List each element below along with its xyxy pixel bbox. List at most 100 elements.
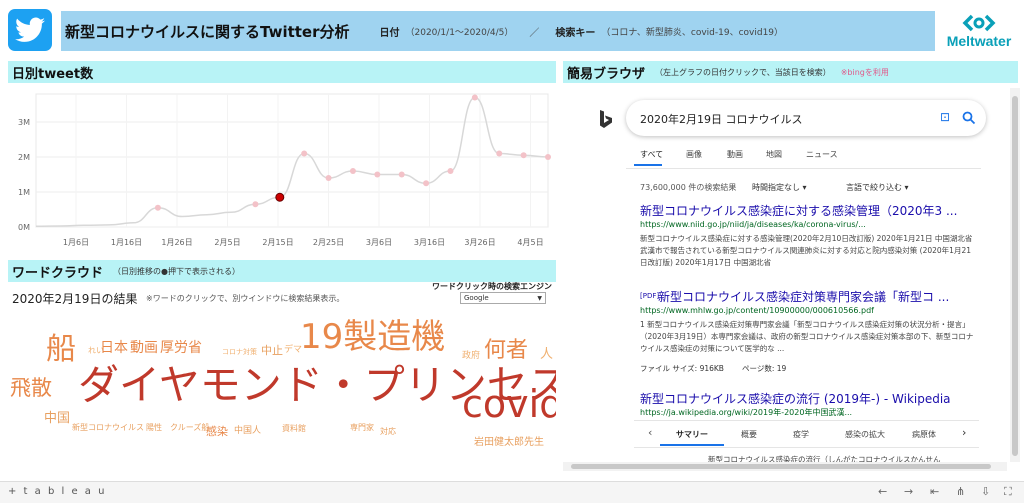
tab-news[interactable]: ニュース [806,149,838,160]
time-filter[interactable]: 時間指定なし ▾ [752,182,807,193]
data-point[interactable] [252,201,259,208]
page-title: 新型コロナウイルスに関するTwitter分析 [65,22,350,41]
browser-section-subtitle: （左上グラフの日付クリックで、当該日を検索） [655,67,831,77]
browser-section-title: 簡易ブラウザ [567,66,646,82]
data-point[interactable] [496,150,503,157]
wiki-subtab-underline [660,444,724,446]
data-point[interactable] [325,175,332,181]
data-point[interactable] [301,150,308,157]
word[interactable]: 船 [46,335,76,365]
word[interactable]: 動画 [130,341,158,355]
search-box[interactable]: 2020年2月19日 コロナウイルス ⊡ [626,100,986,136]
scroll-thumb[interactable] [1012,96,1018,456]
x-tick-label: 3月16日 [414,238,445,247]
data-point[interactable] [471,94,478,101]
x-tick-label: 2月5日 [214,238,240,247]
word[interactable]: 飛散 [10,378,52,399]
x-tick-label: 1月16日 [111,238,142,247]
word[interactable]: 人 [540,348,553,361]
twitter-logo [8,9,52,51]
x-tick-label: 2月25日 [313,238,344,247]
vertical-scrollbar[interactable] [1010,88,1020,462]
result-url[interactable]: https://www.mhlw.go.jp/content/10900000/… [640,306,874,315]
word[interactable]: 新型コロナウイルス [72,424,144,432]
tab-images[interactable]: 画像 [686,149,702,160]
search-engine-value: Google [464,294,489,302]
word[interactable]: 中止 [261,345,283,356]
file-size: ファイル サイズ: 916KB [640,364,724,373]
y-tick-label: 0M [18,223,30,232]
search-icon[interactable] [962,111,976,125]
word[interactable]: 19製造機 [300,320,445,354]
word[interactable]: 対応 [380,428,396,436]
word[interactable]: 陽性 [146,424,162,432]
result-title[interactable]: 新型コロナウイルス感染症に対する感染管理（2020年3 ... [640,202,957,219]
word[interactable]: コロナ対策 [222,349,257,356]
y-tick-label: 1M [18,188,30,197]
data-point[interactable] [447,168,454,174]
word[interactable]: 厚労省 [160,341,202,355]
word[interactable]: 政府 [462,352,480,361]
x-tick-label: 3月26日 [464,238,495,247]
data-point[interactable] [349,168,356,174]
wiki-subtab[interactable]: サマリー [676,429,708,440]
word[interactable]: クルーズ船 [170,424,209,432]
download-icon[interactable]: ⇩ [981,485,990,498]
data-point[interactable] [520,152,527,159]
share-icon[interactable]: ⋔ [956,485,965,498]
result-title[interactable]: 新型コロナウイルス感染症対策専門家会議「新型コ ... [658,288,949,305]
tab-divider [626,168,981,169]
wiki-subtab[interactable]: 病原体 [912,429,936,440]
x-tick-label: 4月5日 [517,238,543,247]
wordcloud-section-header: ワードクラウド （日別推移の●押下で表示される） [8,260,556,282]
word[interactable]: 日本 [100,341,128,355]
chevron-down-icon: ▼ [537,294,542,302]
tableau-logo[interactable]: + t a b l e a u [8,486,106,497]
daily-tweet-chart[interactable]: 0M 1M 2M 3M 1月6日 1月16日 1月26日 2月5日 2月15日 2月25日 3月6日… [8,88,556,254]
wiki-subtab[interactable]: 概要 [741,429,757,440]
redo-icon[interactable]: → [904,485,913,498]
data-point[interactable] [398,171,405,178]
y-tick-label: 3M [18,118,30,127]
data-point[interactable] [374,171,381,178]
data-point[interactable] [275,192,285,202]
result-url[interactable]: https://www.niid.go.jp/niid/ja/diseases/… [640,220,866,229]
word[interactable]: 感染 [206,426,228,437]
word[interactable]: 専門家 [350,424,374,432]
tab-videos[interactable]: 動画 [727,149,743,160]
hscroll-thumb[interactable] [571,464,991,469]
horizontal-scrollbar[interactable] [563,462,1007,471]
language-filter[interactable]: 言語で絞り込む ▾ [846,182,909,193]
result-url[interactable]: https://ja.wikipedia.org/wiki/2019年-2020… [640,407,852,418]
result-title[interactable]: 新型コロナウイルス感染症の流行 (2019年-) - Wikipedia [640,390,951,407]
word[interactable]: 資料館 [282,425,306,433]
revert-icon[interactable]: ⇤ [930,485,939,498]
data-point[interactable] [545,154,551,160]
meltwater-text: Meltwater [946,32,1012,49]
wordcloud-subtitle: （日別推移の●押下で表示される） [113,266,240,276]
keyword-label: 検索キー [555,27,596,39]
word[interactable]: 中国人 [234,427,261,436]
wordcloud-section-title: ワードクラウド [12,265,104,281]
tab-all[interactable]: すべて [640,149,663,160]
fullscreen-icon[interactable]: ⛶ [1004,485,1012,499]
word[interactable]: 何者 [484,340,528,362]
data-point[interactable] [154,204,161,211]
chevron-left-icon[interactable]: ‹ [648,426,652,439]
search-query[interactable]: 2020年2月19日 コロナウイルス [640,111,803,127]
word[interactable]: 岩田健太郎先生 [474,438,544,448]
visual-search-icon[interactable]: ⊡ [940,110,950,124]
undo-icon[interactable]: ← [878,485,887,498]
wiki-subtab[interactable]: 疫学 [793,429,809,440]
tableau-footer: + t a b l e a u ← → ⇤ ⋔ ⇩ ⛶ [0,481,1024,503]
word[interactable]: covid [462,385,556,423]
tab-active-underline [634,164,662,166]
tab-maps[interactable]: 地図 [766,149,782,160]
plot-area [35,93,549,228]
word[interactable]: 中国 [44,412,70,425]
separator: ／ [529,27,540,39]
chevron-right-icon[interactable]: › [962,426,966,439]
search-engine-select[interactable]: Google ▼ [460,292,546,304]
wiki-subtab[interactable]: 感染の拡大 [845,429,885,440]
data-point[interactable] [423,180,430,187]
